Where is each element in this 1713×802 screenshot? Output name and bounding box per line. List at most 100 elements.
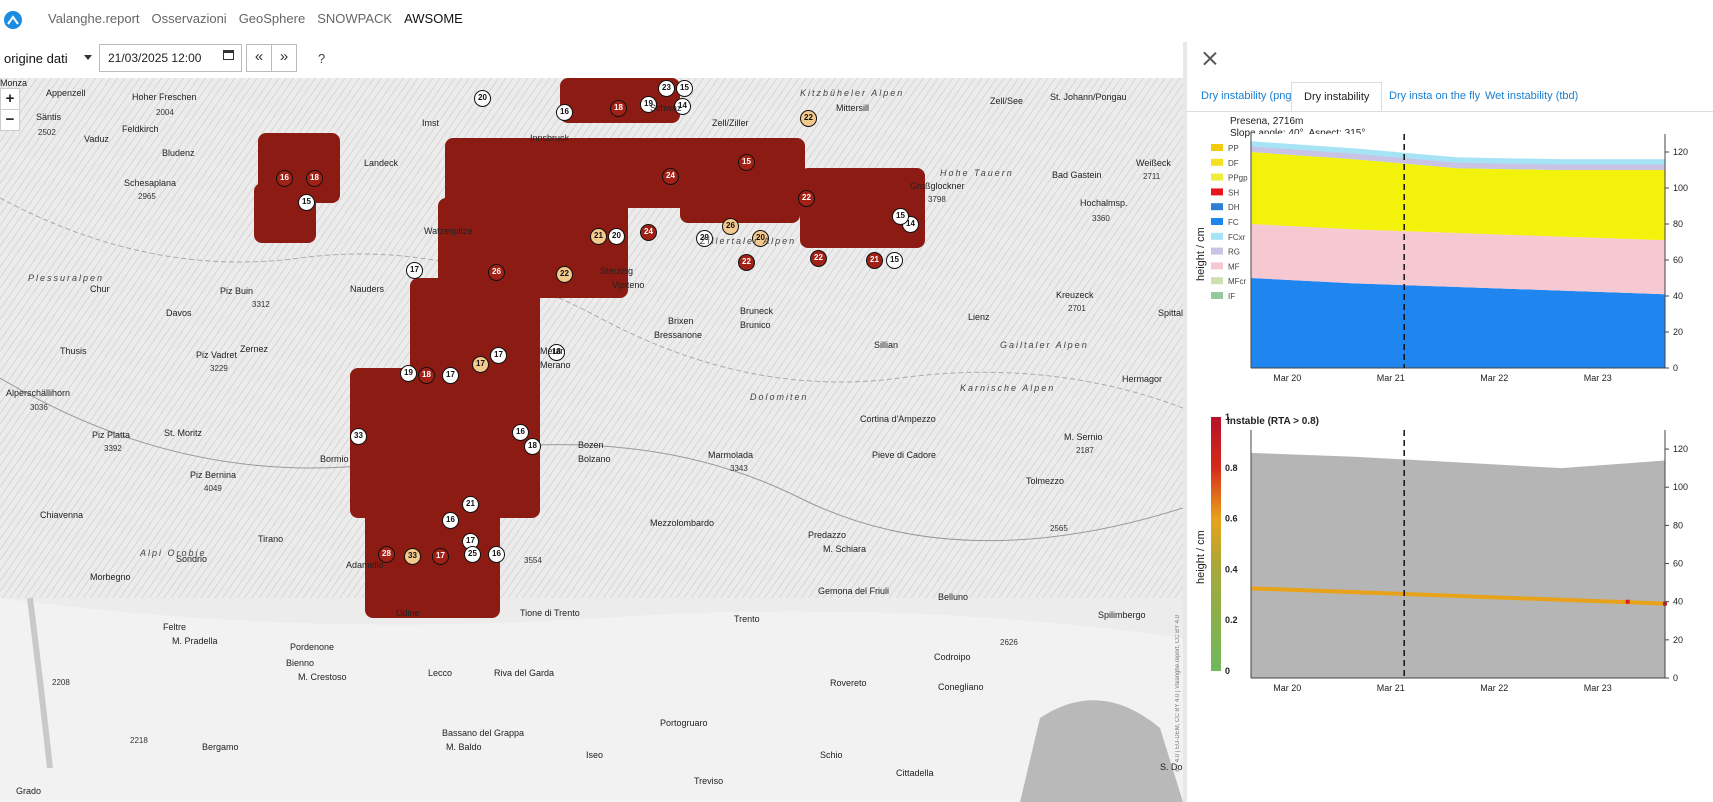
station-marker[interactable]: 19 [400, 365, 417, 382]
map-view[interactable]: + − 20 23 15 16 18 19 14 22 24 15 18 15 16 14 15 22 21 20… [0, 78, 1183, 802]
station-marker[interactable]: 18 [610, 100, 627, 117]
station-marker[interactable]: 22 [738, 254, 755, 271]
danger-region[interactable] [350, 368, 540, 518]
station-marker[interactable]: 22 [800, 110, 817, 127]
station-marker[interactable]: 21 [590, 228, 607, 245]
danger-region[interactable] [800, 168, 925, 248]
station-marker[interactable]: 25 [464, 546, 481, 563]
map-place-label: Nauders [350, 284, 385, 294]
station-marker[interactable]: 33 [350, 428, 367, 445]
map-place-label: Spilimbergo [1098, 610, 1146, 620]
tab-dry-insta-on-the-fly[interactable]: Dry insta on the fly [1389, 82, 1480, 111]
station-marker[interactable]: 16 [512, 424, 529, 441]
station-marker[interactable]: 22 [556, 266, 573, 283]
nav-link-awsome[interactable]: AWSOME [404, 11, 463, 26]
map-place-label: 2626 [1000, 638, 1018, 647]
station-marker[interactable]: 20 [474, 90, 491, 107]
station-marker[interactable]: 22 [810, 250, 827, 267]
chart-xtick-label: Mar 23 [1584, 683, 1612, 693]
danger-region[interactable] [254, 183, 316, 243]
calendar-icon[interactable] [223, 50, 234, 60]
station-marker[interactable]: 24 [662, 168, 679, 185]
map-place-label: Pieve di Cadore [872, 450, 937, 460]
tab-wet-instability-tbd-[interactable]: Wet instability (tbd) [1485, 82, 1578, 111]
data-origin-select[interactable]: origine dati [4, 51, 68, 66]
legend-label-fcxr: FCxr [1228, 233, 1246, 242]
station-marker[interactable]: 17 [472, 356, 489, 373]
previous-time-button[interactable]: « [246, 44, 272, 72]
station-marker[interactable]: 17 [432, 548, 449, 565]
map-place-label: 3360 [1092, 214, 1110, 223]
map-place-label: Innsbruck [530, 133, 570, 143]
nav-link-osservazioni[interactable]: Osservazioni [152, 11, 227, 26]
station-marker[interactable]: 26 [488, 264, 505, 281]
map-place-label: Landeck [364, 158, 399, 168]
help-button[interactable]: ? [318, 51, 325, 66]
map-place-label: Cortina d'Ampezzo [860, 414, 936, 424]
map-place-label: M. Sernio [1064, 432, 1103, 442]
chart-instable-mark [1625, 599, 1630, 604]
station-marker[interactable]: 17 [490, 347, 507, 364]
map-place-label: 3798 [928, 195, 946, 204]
map-place-label: Hermagor [1122, 374, 1163, 384]
map-place-label: 2502 [38, 128, 56, 137]
map-place-label: Riva del Garda [494, 668, 555, 678]
station-marker[interactable]: 22 [798, 190, 815, 207]
legend-label-dh: DH [1228, 203, 1240, 212]
tab-dry-instability[interactable]: Dry instability [1291, 82, 1383, 111]
colorbar-tick-label: 0.6 [1225, 514, 1238, 524]
snowpack-charts: Presena, 2716mSlope angle: 40°, Aspect: … [1195, 116, 1688, 693]
station-marker[interactable]: 26 [722, 218, 739, 235]
close-icon[interactable] [1203, 51, 1217, 65]
zoom-out-button[interactable]: − [1, 109, 19, 130]
station-marker[interactable]: 24 [640, 224, 657, 241]
station-marker[interactable]: 15 [676, 80, 693, 97]
station-marker[interactable]: 17 [442, 367, 459, 384]
station-marker[interactable]: 20 [608, 228, 625, 245]
station-marker[interactable]: 15 [892, 208, 909, 225]
map-place-label: Tirano [258, 534, 284, 544]
station-marker[interactable]: 18 [524, 438, 541, 455]
station-marker[interactable]: 18 [418, 367, 435, 384]
next-time-button[interactable]: » [271, 44, 297, 72]
tab-dry-instability-png-[interactable]: Dry instability (png) [1201, 82, 1295, 111]
station-marker[interactable]: 16 [442, 512, 459, 529]
nav-link-valanghe-report[interactable]: Valanghe.report [48, 11, 140, 26]
map-place-label: Zell/See [990, 96, 1024, 106]
station-marker[interactable]: 21 [866, 252, 883, 269]
danger-region[interactable] [680, 173, 800, 223]
station-marker[interactable]: 18 [306, 170, 323, 187]
nav-link-geosphere[interactable]: GeoSphere [239, 11, 306, 26]
station-marker[interactable]: 16 [556, 104, 573, 121]
map-place-label: Grado [16, 786, 42, 796]
map-range-label: Gailtaler Alpen [1000, 340, 1089, 350]
chart-ytick-label: 80 [1673, 219, 1683, 229]
app-logo-icon[interactable] [4, 11, 22, 29]
station-marker[interactable]: 33 [404, 548, 421, 565]
legend-label-mf: MF [1228, 262, 1240, 271]
zoom-in-button[interactable]: + [1, 89, 19, 109]
nav-link-snowpack[interactable]: SNOWPACK [317, 11, 392, 26]
station-marker[interactable]: 15 [738, 154, 755, 171]
chart1-title: Presena, 2716m [1230, 116, 1303, 127]
map-range-label: Plessuralpen [28, 273, 105, 283]
panel-tabs: Dry instability (png) Dry instability Dry … [1187, 82, 1713, 112]
station-marker[interactable]: 15 [298, 194, 315, 211]
station-marker[interactable]: 16 [276, 170, 293, 187]
map-range-label: Alpi Orobie [140, 548, 207, 558]
caret-down-icon[interactable] [84, 55, 92, 60]
station-marker[interactable]: 17 [406, 262, 423, 279]
chart-ytick-label: 80 [1673, 520, 1683, 530]
chart-xtick-label: Mar 22 [1480, 683, 1508, 693]
map-place-label: Trento [734, 614, 760, 624]
station-marker[interactable]: 21 [462, 496, 479, 513]
legend-label-rg: RG [1228, 248, 1240, 257]
legend-swatch-fc [1211, 218, 1223, 225]
map-place-label: Predazzo [808, 530, 847, 540]
station-marker[interactable]: 23 [658, 80, 675, 97]
station-marker[interactable]: 15 [886, 252, 903, 269]
danger-region[interactable] [365, 508, 500, 618]
legend-label-if: IF [1228, 292, 1235, 301]
station-marker[interactable]: 16 [488, 546, 505, 563]
date-time-input[interactable]: 21/03/2025 12:00 [99, 44, 242, 72]
